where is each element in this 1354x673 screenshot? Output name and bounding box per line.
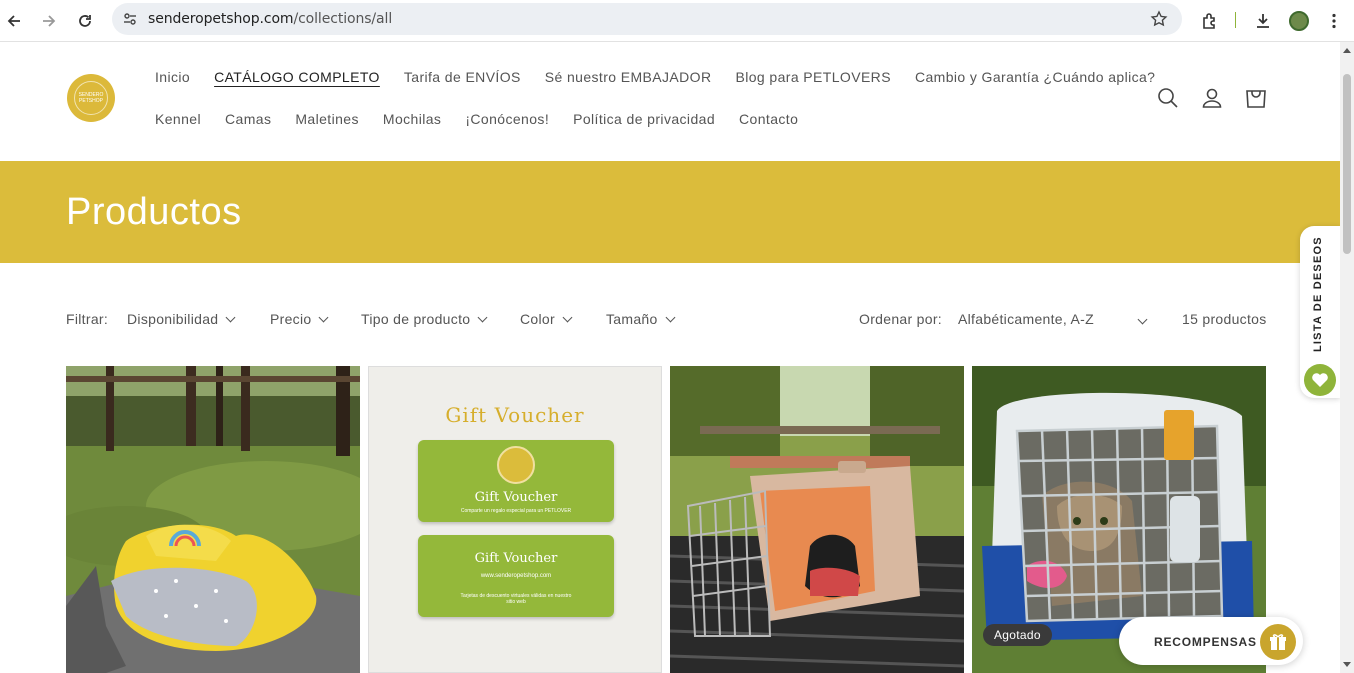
chevron-down-icon [319, 312, 329, 323]
menu-item-tarifa-envios[interactable]: Tarifa de ENVÍOS [404, 69, 521, 85]
forward-icon[interactable] [37, 9, 61, 33]
voucher-card-1: Gift Voucher Comparte un regalo especial… [418, 440, 614, 522]
menu-item-cambio-garantia[interactable]: Cambio y Garantía ¿Cuándo aplica? [915, 69, 1155, 85]
filter-disponibilidad[interactable]: Disponibilidad [127, 311, 236, 327]
menu-item-contacto[interactable]: Contacto [739, 111, 798, 127]
filter-precio-label: Precio [270, 311, 312, 327]
filter-disponibilidad-label: Disponibilidad [127, 311, 219, 327]
main-menu-row-1: Inicio CATÁLOGO COMPLETO Tarifa de ENVÍO… [155, 69, 1179, 85]
menu-item-inicio[interactable]: Inicio [155, 69, 190, 85]
extensions-icon[interactable] [1198, 9, 1222, 33]
heart-icon [1304, 364, 1336, 396]
menu-item-maletines[interactable]: Maletines [295, 111, 359, 127]
voucher-card-2-url: www.senderopetshop.com [480, 573, 552, 579]
site-settings-icon[interactable] [122, 11, 138, 32]
product-card[interactable]: Gift Voucher Gift Voucher Comparte un re… [368, 366, 662, 673]
filter-tipo-producto[interactable]: Tipo de producto [361, 311, 488, 327]
menu-item-conocenos[interactable]: ¡Conócenos! [465, 111, 549, 127]
voucher-logo [497, 446, 535, 484]
profile-avatar-icon[interactable] [1287, 9, 1311, 33]
toolbar-divider [1235, 12, 1236, 28]
product-card[interactable] [670, 366, 964, 673]
scroll-up-icon[interactable] [1343, 48, 1351, 53]
chevron-down-icon [1137, 314, 1148, 325]
account-icon[interactable] [1200, 86, 1224, 110]
menu-item-embajador[interactable]: Sé nuestro EMBAJADOR [545, 69, 712, 85]
product-count: 15 productos [1182, 311, 1267, 327]
filter-bar: Filtrar: Disponibilidad Precio Tipo de p… [66, 311, 1266, 331]
product-image-pet-carrier [670, 366, 964, 673]
filter-color[interactable]: Color [520, 311, 573, 327]
cart-icon[interactable] [1244, 86, 1268, 110]
reload-icon[interactable] [73, 9, 97, 33]
chevron-down-icon [562, 312, 573, 323]
wishlist-label: LISTA DE DESEOS [1312, 236, 1324, 352]
back-icon[interactable] [2, 9, 26, 33]
collection-banner: Productos [0, 161, 1340, 263]
sort-select[interactable]: Alfabéticamente, A-Z [958, 311, 1148, 327]
voucher-card-2: Gift Voucher www.senderopetshop.com Tarj… [418, 535, 614, 617]
wishlist-tab[interactable]: LISTA DE DESEOS [1300, 226, 1340, 398]
scrollbar-thumb[interactable] [1343, 74, 1351, 254]
menu-item-kennel[interactable]: Kennel [155, 111, 201, 127]
rewards-launcher[interactable]: RECOMPENSAS [1119, 617, 1303, 665]
url-host: senderopetshop.com [148, 11, 294, 27]
main-menu-row-2: Kennel Camas Maletines Mochilas ¡Conócen… [155, 111, 822, 127]
sold-out-badge: Agotado [983, 624, 1052, 646]
search-icon[interactable] [1156, 86, 1180, 110]
voucher-heading: Gift Voucher [445, 403, 585, 427]
menu-item-privacidad[interactable]: Política de privacidad [573, 111, 715, 127]
url-text: senderopetshop.com/collections/all [148, 11, 392, 27]
filter-tamano[interactable]: Tamaño [606, 311, 676, 327]
sort-label: Ordenar por: [859, 311, 942, 327]
browser-toolbar: senderopetshop.com/collections/all [0, 0, 1354, 42]
url-path: /collections/all [293, 11, 393, 27]
filter-precio[interactable]: Precio [270, 311, 329, 327]
scroll-down-icon[interactable] [1343, 662, 1351, 667]
sort-value: Alfabéticamente, A-Z [958, 311, 1094, 327]
voucher-card-2-title: Gift Voucher [474, 551, 558, 566]
menu-item-blog[interactable]: Blog para PETLOVERS [735, 69, 890, 85]
product-image-gift-voucher: Gift Voucher Gift Voucher Comparte un re… [369, 367, 661, 672]
download-icon[interactable] [1251, 9, 1275, 33]
voucher-card-1-title: Gift Voucher [474, 490, 558, 505]
filter-label: Filtrar: [66, 311, 109, 327]
voucher-card-1-text: Comparte un regalo especial para un PETL… [460, 508, 572, 514]
chevron-down-icon [665, 312, 676, 323]
page-title: Productos [66, 191, 242, 233]
product-image-yellow-pet-bed [66, 366, 360, 673]
bookmark-star-icon[interactable] [1150, 10, 1168, 33]
rewards-label: RECOMPENSAS [1154, 635, 1257, 649]
gift-icon [1260, 624, 1296, 660]
menu-item-catalogo-completo[interactable]: CATÁLOGO COMPLETO [214, 69, 380, 85]
product-card[interactable] [66, 366, 360, 673]
site-header: SENDERO PETSHOP Inicio CATÁLOGO COMPLETO… [0, 42, 1340, 161]
logo-text: SENDERO PETSHOP [74, 81, 108, 115]
chevron-down-icon [225, 312, 236, 323]
chevron-down-icon [477, 312, 488, 323]
voucher-card-2-text: Tarjetas de descuento virtuales válidas … [460, 593, 572, 605]
page-scrollbar[interactable] [1340, 42, 1354, 673]
menu-item-mochilas[interactable]: Mochilas [383, 111, 441, 127]
address-bar[interactable]: senderopetshop.com/collections/all [112, 3, 1182, 35]
menu-item-camas[interactable]: Camas [225, 111, 271, 127]
filter-tipo-producto-label: Tipo de producto [361, 311, 471, 327]
filter-color-label: Color [520, 311, 555, 327]
filter-tamano-label: Tamaño [606, 311, 658, 327]
browser-menu-icon[interactable] [1322, 9, 1346, 33]
store-logo[interactable]: SENDERO PETSHOP [67, 74, 115, 122]
